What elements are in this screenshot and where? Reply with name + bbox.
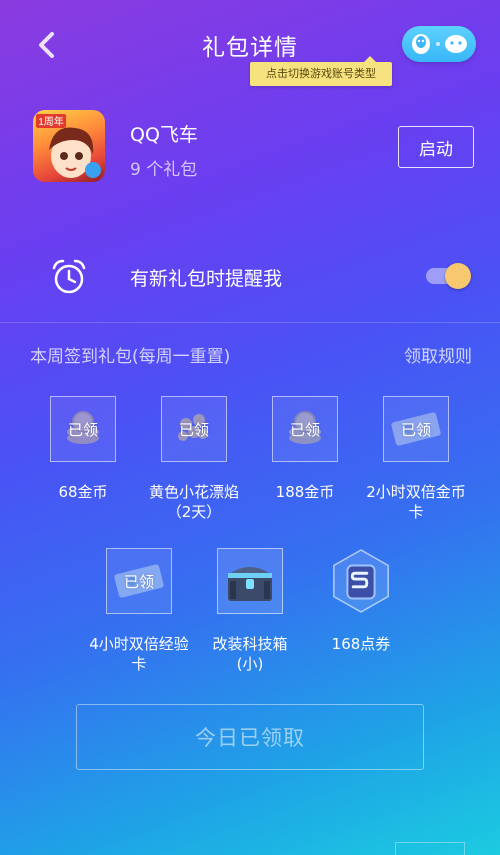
reward-item: 168点券	[311, 548, 411, 654]
reward-item-label: 168点券	[331, 635, 391, 653]
claim-rules-link[interactable]: 领取规则	[404, 342, 472, 367]
weekly-section-title: 本周签到礼包(每周一重置)	[30, 347, 231, 367]
reward-item-label: 4小时双倍经验卡	[89, 635, 189, 673]
reminder-label: 有新礼包时提醒我	[130, 268, 283, 290]
reward-item-label: 2小时双倍金币卡	[366, 483, 466, 521]
reward-item-label: 改装科技箱(小)	[212, 635, 288, 673]
point-coupon-icon	[333, 549, 389, 613]
claimed-label: 已领	[400, 420, 431, 439]
reward-item: 已领 4小时双倍经验卡	[89, 548, 189, 674]
reward-item-box	[328, 548, 394, 614]
switch-separator	[436, 42, 440, 46]
wechat-icon	[445, 35, 467, 53]
launch-game-button[interactable]: 启动	[398, 126, 474, 168]
reward-item: 改装科技箱(小)	[200, 548, 300, 674]
reward-item-box	[217, 548, 283, 614]
section-divider	[0, 322, 500, 323]
reward-item: 已领 2小时双倍金币卡	[366, 396, 466, 522]
claimed-label: 已领	[67, 420, 98, 439]
reward-item-label: 68金币	[58, 483, 108, 501]
reward-item-label: 188金币	[275, 483, 335, 501]
claimed-label: 已领	[123, 572, 154, 591]
reward-item-box: 已领	[383, 396, 449, 462]
reward-item-label: 黄色小花漂焰（2天）	[148, 483, 239, 521]
reward-item-box: 已领	[272, 396, 338, 462]
qq-penguin-icon	[412, 34, 430, 54]
bottom-element-edge	[395, 842, 465, 855]
account-switch-tooltip: 点击切换游戏账号类型	[250, 56, 392, 86]
reward-item: 已领 68金币	[33, 396, 133, 502]
account-type-switch[interactable]	[402, 26, 476, 62]
reward-item-box: 已领	[50, 396, 116, 462]
reminder-toggle[interactable]	[424, 263, 474, 289]
claimed-label: 已领	[178, 420, 209, 439]
toggle-knob	[445, 263, 471, 289]
reward-item-box: 已领	[161, 396, 227, 462]
alarm-clock-icon	[48, 256, 90, 298]
game-name: QQ飞车	[130, 124, 198, 146]
treasure-chest-icon	[228, 567, 272, 601]
reward-item-box: 已领	[106, 548, 172, 614]
gift-count: 9 个礼包	[130, 160, 198, 180]
reward-item: 已领 黄色小花漂焰（2天）	[144, 396, 244, 522]
reward-item: 已领 188金币	[255, 396, 355, 502]
game-icon-badge: 1周年	[38, 115, 64, 128]
game-icon: 1周年	[33, 110, 105, 182]
claim-today-button[interactable]: 今日已领取	[76, 704, 424, 770]
claimed-label: 已领	[289, 420, 320, 439]
